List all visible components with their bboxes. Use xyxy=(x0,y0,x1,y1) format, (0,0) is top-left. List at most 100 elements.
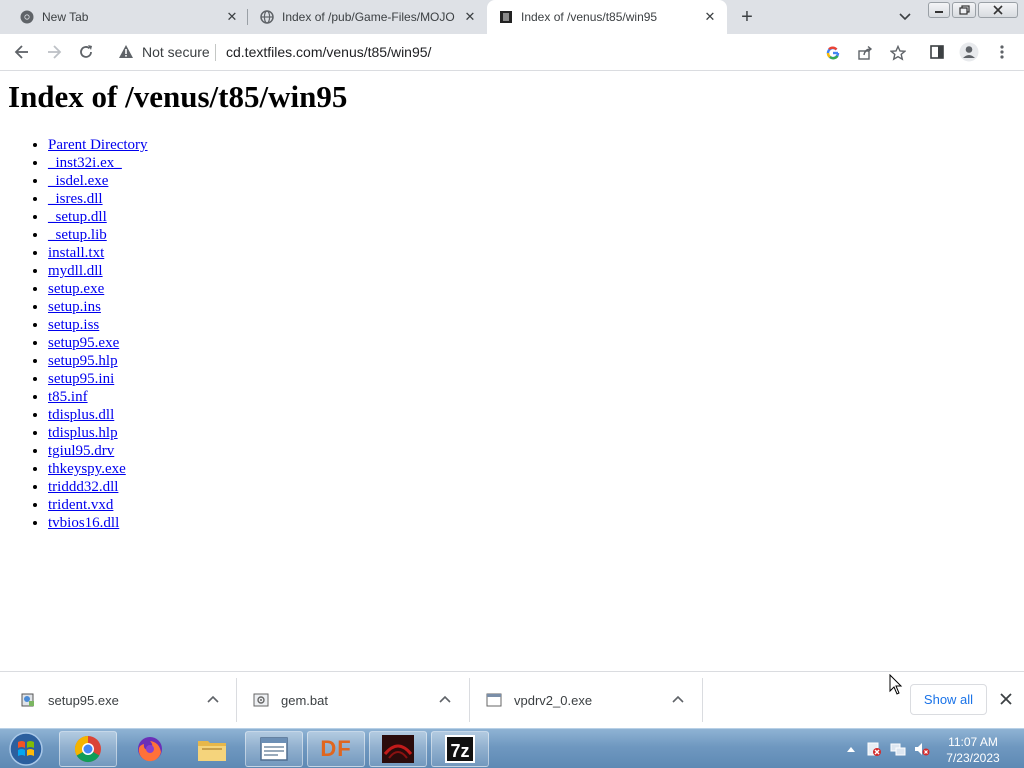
tab-title: New Tab xyxy=(42,10,89,24)
file-link[interactable]: _isres.dll xyxy=(48,191,103,207)
taskbar-chrome[interactable] xyxy=(59,731,117,767)
download-separator xyxy=(702,678,703,722)
tab-new-tab[interactable]: New Tab ✕ xyxy=(8,0,248,34)
list-item: _setup.lib xyxy=(48,226,148,244)
list-item: thkeyspy.exe xyxy=(48,460,148,478)
list-item: tvbios16.dll xyxy=(48,514,148,532)
file-link[interactable]: install.txt xyxy=(48,245,104,261)
restore-button[interactable] xyxy=(952,2,976,18)
chevron-up-icon[interactable] xyxy=(670,692,686,708)
file-link[interactable]: setup.exe xyxy=(48,281,104,297)
file-link[interactable]: tdisplus.dll xyxy=(48,407,114,423)
address-bar[interactable]: Not secure cd.textfiles.com/venus/t85/wi… xyxy=(108,38,916,67)
list-item: setup95.ini xyxy=(48,370,148,388)
back-button[interactable] xyxy=(12,42,32,62)
profile-avatar[interactable] xyxy=(959,42,979,62)
batch-file-icon xyxy=(253,693,269,707)
file-link[interactable]: _isdel.exe xyxy=(48,173,108,189)
list-item: _setup.dll xyxy=(48,208,148,226)
file-link[interactable]: tdisplus.hlp xyxy=(48,425,118,441)
security-indicator[interactable]: Not secure xyxy=(118,43,210,61)
url-text[interactable]: cd.textfiles.com/venus/t85/win95/ xyxy=(226,44,431,60)
file-link[interactable]: trident.vxd xyxy=(48,497,113,513)
file-list: Parent Directory _inst32i.ex_ _isdel.exe… xyxy=(48,136,148,532)
network-icon[interactable] xyxy=(890,741,906,757)
list-item: tdisplus.dll xyxy=(48,406,148,424)
action-center-icon[interactable] xyxy=(866,741,882,757)
download-filename: setup95.exe xyxy=(48,693,119,708)
list-item: tdisplus.hlp xyxy=(48,424,148,442)
chevron-up-icon[interactable] xyxy=(205,692,221,708)
file-link[interactable]: _setup.lib xyxy=(48,227,107,243)
forward-button[interactable] xyxy=(44,42,64,62)
download-item[interactable]: setup95.exe xyxy=(0,678,236,723)
df-icon: DF xyxy=(320,736,352,761)
close-window-button[interactable] xyxy=(978,2,1018,18)
exe-icon xyxy=(486,693,502,707)
parent-directory-link[interactable]: Parent Directory xyxy=(48,137,148,153)
file-link[interactable]: triddd32.dll xyxy=(48,479,118,495)
show-all-button[interactable]: Show all xyxy=(910,684,987,715)
close-icon[interactable] xyxy=(997,690,1015,708)
start-button[interactable] xyxy=(6,731,46,767)
file-link[interactable]: _inst32i.ex_ xyxy=(48,155,122,171)
taskbar-file-explorer[interactable] xyxy=(183,731,241,767)
menu-kebab-icon[interactable] xyxy=(992,42,1012,62)
close-icon[interactable]: ✕ xyxy=(702,9,718,25)
taskbar-df-app[interactable]: DF xyxy=(307,731,365,767)
taskbar-firefox[interactable] xyxy=(121,731,179,767)
firefox-icon xyxy=(138,737,162,762)
tray-expand-icon[interactable] xyxy=(843,741,859,757)
tab-title: Index of /venus/t85/win95 xyxy=(521,10,658,24)
tab-strip: New Tab ✕ Index of /pub/Game-Files/MOJO … xyxy=(0,0,1024,34)
file-link[interactable]: setup.ins xyxy=(48,299,101,315)
file-link[interactable]: setup95.hlp xyxy=(48,353,118,369)
system-clock[interactable]: 11:07 AM 7/23/2023 xyxy=(940,734,1006,766)
file-link[interactable]: tgiul95.drv xyxy=(48,443,114,459)
chrome-icon xyxy=(74,735,101,763)
volume-muted-icon[interactable] xyxy=(914,741,930,757)
side-panel-icon[interactable] xyxy=(927,42,947,62)
list-item: _isdel.exe xyxy=(48,172,148,190)
list-item: setup.ins xyxy=(48,298,148,316)
close-icon[interactable]: ✕ xyxy=(224,9,240,25)
file-link[interactable]: setup.iss xyxy=(48,317,99,333)
file-link[interactable]: tvbios16.dll xyxy=(48,515,119,531)
file-link[interactable]: _setup.dll xyxy=(48,209,107,225)
close-icon[interactable]: ✕ xyxy=(462,9,478,25)
download-item[interactable]: vpdrv2_0.exe xyxy=(466,678,702,723)
download-bar: setup95.exe gem.bat vpdrv2_0.exe Show al… xyxy=(0,671,1024,728)
mouse-cursor-icon xyxy=(889,674,903,695)
omnibox-separator xyxy=(215,44,216,61)
file-link[interactable]: setup95.exe xyxy=(48,335,119,351)
list-item: setup.exe xyxy=(48,280,148,298)
tab-mojo-index[interactable]: Index of /pub/Game-Files/MOJO ✕ xyxy=(248,0,486,34)
taskbar-window-app[interactable] xyxy=(245,731,303,767)
minimize-button[interactable] xyxy=(928,2,950,18)
reload-button[interactable] xyxy=(76,42,96,62)
chevron-up-icon[interactable] xyxy=(437,692,453,708)
globe-icon xyxy=(260,10,274,24)
list-item: Parent Directory xyxy=(48,136,148,154)
file-link[interactable]: mydll.dll xyxy=(48,263,103,279)
file-link[interactable]: t85.inf xyxy=(48,389,88,405)
security-label: Not secure xyxy=(142,44,210,60)
window-icon xyxy=(260,737,288,761)
download-item[interactable]: gem.bat xyxy=(233,678,469,723)
chevron-down-icon[interactable] xyxy=(896,9,914,25)
taskbar: DF 7z 11:07 AM 7/23/2023 xyxy=(0,728,1024,768)
list-item: setup95.hlp xyxy=(48,352,148,370)
file-link[interactable]: thkeyspy.exe xyxy=(48,461,126,477)
textfiles-icon xyxy=(499,10,513,24)
bookmark-star-icon[interactable] xyxy=(889,44,907,62)
share-icon[interactable] xyxy=(856,44,874,62)
list-item: setup95.exe xyxy=(48,334,148,352)
tab-venus-index[interactable]: Index of /venus/t85/win95 ✕ xyxy=(487,0,727,34)
new-tab-button[interactable]: + xyxy=(736,7,758,29)
list-item: mydll.dll xyxy=(48,262,148,280)
7zip-icon: 7z xyxy=(445,735,475,763)
taskbar-7zip[interactable]: 7z xyxy=(431,731,489,767)
file-link[interactable]: setup95.ini xyxy=(48,371,114,387)
taskbar-game-app[interactable] xyxy=(369,731,427,767)
google-lens-icon[interactable] xyxy=(824,44,842,62)
